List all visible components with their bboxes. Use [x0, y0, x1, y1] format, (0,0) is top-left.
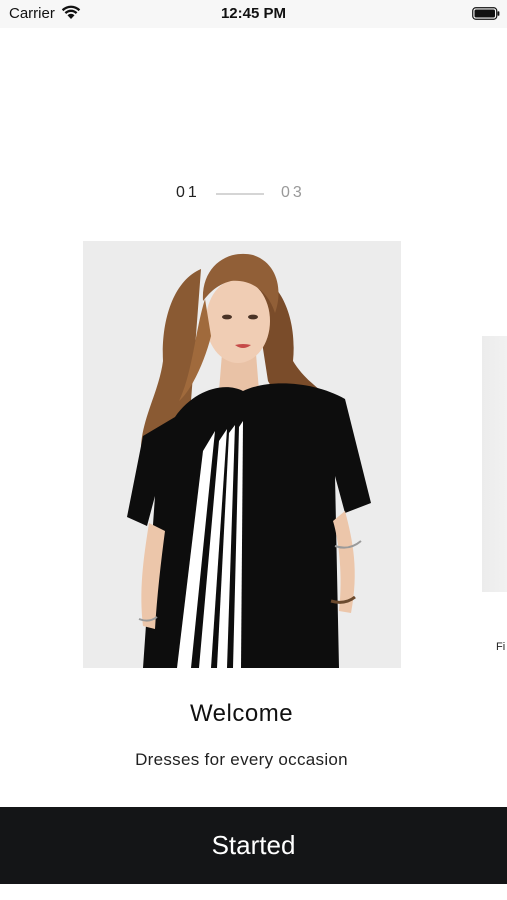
status-bar: Carrier 12:45 PM — [0, 0, 507, 28]
battery-icon — [472, 7, 500, 20]
page-indicator: 01 03 — [0, 184, 507, 204]
next-slide-caption: Fi — [496, 641, 506, 653]
current-page-number: 01 — [176, 184, 200, 201]
onboarding-screen: Carrier 12:45 PM 01 03 Fi Welcome Dresse… — [0, 0, 507, 900]
clock: 12:45 PM — [220, 5, 287, 22]
slide-subtitle: Dresses for every occasion — [135, 750, 348, 769]
model-photo — [83, 241, 401, 668]
slide-title: Welcome — [189, 700, 294, 727]
slide-image[interactable] — [83, 241, 401, 668]
page-indicator-divider — [216, 193, 264, 195]
total-pages-number: 03 — [281, 184, 305, 201]
next-slide-image[interactable] — [482, 336, 507, 592]
get-started-button[interactable]: Started — [0, 807, 507, 884]
